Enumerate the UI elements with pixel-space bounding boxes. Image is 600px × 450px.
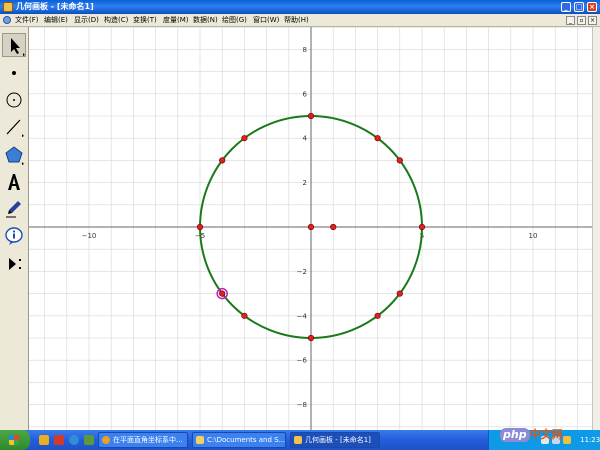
point[interactable]: [241, 135, 248, 142]
line-icon: [6, 119, 24, 137]
sketchpad-icon: [294, 436, 302, 444]
menu-data[interactable]: 数据(N): [193, 14, 218, 27]
point-tool[interactable]: [2, 61, 26, 85]
menu-graph[interactable]: 绘图(G): [222, 14, 247, 27]
vertical-scrollbar[interactable]: [592, 27, 600, 430]
folder-icon: [196, 436, 204, 444]
task-sketchpad-label: 几何画板 - [未命名1]: [305, 436, 371, 444]
marker-icon: [6, 201, 21, 218]
close-button[interactable]: ×: [587, 2, 597, 12]
arrow-icon: [11, 38, 25, 56]
watermark-cn: 中文网: [529, 428, 563, 441]
quicklaunch-ie-icon[interactable]: [69, 435, 79, 445]
point[interactable]: [396, 290, 403, 297]
menu-window[interactable]: 窗口(W): [253, 14, 279, 27]
app-icon: [3, 2, 13, 12]
y-tick-label: 4: [303, 135, 308, 143]
circle-icon: [6, 92, 22, 108]
point[interactable]: [307, 334, 315, 342]
polygon-tool[interactable]: [2, 143, 26, 167]
task-browser-label: 在平面直角坐标系中...: [113, 436, 183, 444]
info-icon: [5, 227, 23, 245]
y-tick-label: −2: [297, 268, 307, 276]
quicklaunch-firefox-icon[interactable]: [39, 435, 49, 445]
y-tick-label: −8: [297, 401, 307, 409]
point[interactable]: [374, 312, 381, 319]
custom-tools-icon: [9, 258, 21, 270]
coordinate-plane[interactable]: −10 −5 5 108642−2−4−6−8: [29, 27, 592, 430]
menu-transform[interactable]: 变换(T): [133, 14, 157, 27]
point[interactable]: [330, 223, 337, 231]
sketch-canvas[interactable]: −10 −5 5 10 8 6 4 2 −2 −4 −6 −8: [29, 27, 592, 430]
task-sketchpad[interactable]: 几何画板 - [未命名1]: [290, 432, 380, 448]
point[interactable]: [307, 112, 315, 120]
text-tool[interactable]: [2, 170, 26, 194]
quicklaunch-media-icon[interactable]: [54, 435, 64, 445]
maximize-button[interactable]: □: [574, 2, 584, 12]
menu-edit[interactable]: 编辑(E): [44, 14, 68, 27]
y-tick-label: −6: [297, 357, 308, 365]
php-watermark: php 中文网: [500, 426, 563, 442]
start-button[interactable]: [0, 430, 30, 450]
task-browser[interactable]: 在平面直角坐标系中...: [98, 432, 188, 448]
text-icon: [8, 174, 20, 190]
arrow-select-tool[interactable]: [2, 33, 26, 57]
marker-tool[interactable]: [2, 197, 26, 221]
menu-file[interactable]: 文件(F): [15, 14, 39, 27]
doc-restore-button[interactable]: ▫: [577, 16, 586, 25]
menu-construct[interactable]: 构造(C): [104, 14, 128, 27]
point[interactable]: [196, 223, 204, 231]
task-explorer[interactable]: C:\Documents and S...: [192, 432, 286, 448]
point[interactable]: [396, 157, 403, 164]
point-icon: [12, 71, 16, 75]
document-icon[interactable]: [3, 16, 11, 24]
y-tick-label: −4: [297, 312, 308, 320]
information-tool[interactable]: [2, 224, 26, 248]
window-title: 几何画板 - [未命名1]: [16, 2, 94, 11]
doc-close-button[interactable]: ×: [588, 16, 597, 25]
security-icon[interactable]: [563, 436, 571, 444]
x-tick-label: 10: [529, 232, 538, 240]
doc-minimize-button[interactable]: _: [566, 16, 575, 25]
y-tick-label: 8: [303, 46, 307, 54]
y-tick-label: 6: [303, 90, 308, 98]
point[interactable]: [374, 135, 381, 142]
point[interactable]: [219, 157, 226, 164]
x-tick-label: −10: [82, 232, 97, 240]
menu-display[interactable]: 显示(D): [74, 14, 99, 27]
custom-tool[interactable]: [2, 252, 26, 276]
polygon-icon: [5, 146, 24, 165]
quicklaunch-desktop-icon[interactable]: [84, 435, 94, 445]
task-explorer-label: C:\Documents and S...: [207, 436, 286, 444]
point[interactable]: [241, 312, 248, 319]
straightedge-tool[interactable]: [2, 115, 26, 139]
selected-point[interactable]: [219, 290, 226, 297]
watermark-php: php: [500, 428, 530, 442]
menu-bar: 文件(F) 编辑(E) 显示(D) 构造(C) 变换(T) 度量(M) 数据(N…: [0, 14, 600, 27]
menu-help[interactable]: 帮助(H): [284, 14, 309, 27]
minimize-button[interactable]: _: [561, 2, 571, 12]
point[interactable]: [307, 223, 315, 231]
title-bar: 几何画板 - [未命名1] _ □ ×: [0, 0, 600, 14]
menu-measure[interactable]: 度量(M): [163, 14, 189, 27]
y-tick-label: 2: [303, 179, 307, 187]
toolbox: [0, 27, 29, 430]
compass-tool[interactable]: [2, 88, 26, 112]
point[interactable]: [418, 223, 426, 231]
windows-logo-icon: [9, 435, 19, 445]
firefox-icon: [102, 436, 110, 444]
clock: 11:23: [580, 436, 600, 444]
